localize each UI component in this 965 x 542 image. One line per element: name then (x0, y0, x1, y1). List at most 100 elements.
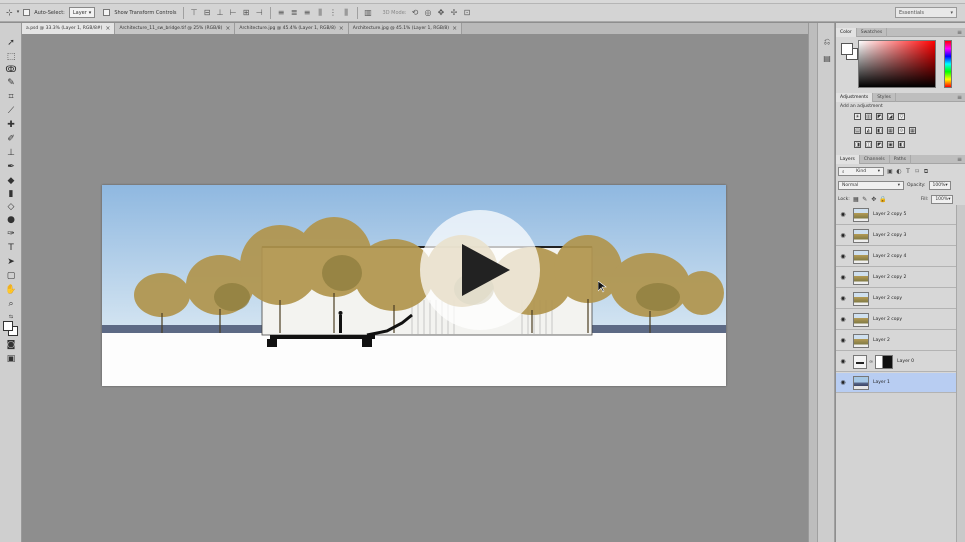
layer-mask-thumbnail[interactable] (875, 354, 894, 369)
layer-row[interactable]: ◉ Layer 1 (836, 373, 956, 393)
gradient-tool-icon[interactable]: ▮ (5, 188, 17, 200)
layer-thumbnail[interactable] (853, 291, 869, 306)
tab-document-1[interactable]: a.psd @ 33.3% (Layer 1, RGB/8#) × (22, 23, 116, 34)
panel-menu-icon[interactable]: ≡ (957, 28, 962, 36)
align-top-icon[interactable]: ⊤ (190, 8, 199, 17)
layer-row[interactable]: ◉ Layer 2 copy (836, 310, 956, 330)
type-tool-icon[interactable]: T (5, 242, 17, 254)
lasso-tool-icon[interactable]: ↂ (5, 64, 17, 76)
color-balance-icon[interactable]: ◭ (865, 127, 872, 134)
eyedropper-tool-icon[interactable]: ⟋ (5, 105, 17, 117)
eye-icon[interactable]: ◉ (839, 358, 847, 365)
eye-icon[interactable]: ◉ (839, 211, 847, 218)
tab-color[interactable]: Color (836, 28, 857, 37)
layer-row[interactable]: ◉ ∞ Layer 0 (836, 352, 956, 372)
panel-menu-icon[interactable]: ≡ (957, 155, 962, 163)
brush-tool-icon[interactable]: ✐ (5, 133, 17, 145)
posterize-icon[interactable]: ◫ (865, 141, 872, 148)
3d-rotate-icon[interactable]: ⟲ (410, 8, 419, 17)
move-tool-icon[interactable]: ⊹ (6, 8, 13, 17)
brightness-contrast-icon[interactable]: ☀ (854, 113, 861, 120)
tab-document-4[interactable]: Architecture.jpg @ 45.1% (Layer 1, RGB/8… (348, 23, 463, 34)
workspace-switcher[interactable]: Essentials ▾ (895, 7, 957, 18)
distribute-left-icon[interactable]: ⫼ (316, 8, 325, 17)
link-icon[interactable]: ∞ (869, 359, 873, 365)
align-right-icon[interactable]: ⊣ (255, 8, 264, 17)
align-middle-icon[interactable]: ⊟ (203, 8, 212, 17)
filter-adjustment-icon[interactable]: ◐ (896, 168, 902, 175)
eye-icon[interactable]: ◉ (839, 316, 847, 323)
close-icon[interactable]: × (339, 25, 344, 32)
hue-slider[interactable] (944, 40, 952, 88)
auto-align-icon[interactable]: ▥ (364, 8, 373, 17)
close-icon[interactable]: × (105, 25, 110, 32)
photo-filter-icon[interactable]: ▦ (887, 127, 894, 134)
tab-document-3[interactable]: Architecture.jpg @ 45.4% (Layer 1, RGB/8… (235, 23, 349, 34)
filter-smart-object-icon[interactable]: ⧉ (923, 168, 929, 175)
layer-row[interactable]: ◉ Layer 2 copy 5 (836, 205, 956, 225)
hand-tool-icon[interactable]: ✋ (5, 284, 17, 296)
exposure-icon[interactable]: ◪ (887, 113, 894, 120)
layer-row[interactable]: ◉ Layer 2 copy (836, 289, 956, 309)
layer-row[interactable]: ◉ Layer 2 copy 4 (836, 247, 956, 267)
eye-icon[interactable]: ◉ (839, 274, 847, 281)
close-icon[interactable]: × (225, 25, 230, 32)
filter-type-icon[interactable]: T (905, 168, 911, 175)
threshold-icon[interactable]: ◩ (876, 141, 883, 148)
filter-pixel-icon[interactable]: ▣ (887, 168, 893, 175)
selective-color-icon[interactable]: ◧ (898, 141, 905, 148)
close-icon[interactable]: × (452, 25, 457, 32)
layer-thumbnail[interactable] (853, 354, 867, 369)
layer-thumbnail[interactable] (853, 207, 869, 222)
vertical-scrollbar[interactable] (808, 23, 817, 542)
layers-scrollbar[interactable] (956, 205, 965, 542)
chevron-down-icon[interactable]: ▾ (17, 10, 20, 15)
eye-icon[interactable]: ◉ (839, 337, 847, 344)
color-foreground-swatch[interactable] (841, 43, 853, 55)
align-bottom-icon[interactable]: ⊥ (216, 8, 225, 17)
filter-shape-icon[interactable]: ⌑ (914, 168, 920, 175)
3d-scale-icon[interactable]: ⊡ (462, 8, 471, 17)
eye-icon[interactable]: ◉ (839, 379, 847, 386)
eye-icon[interactable]: ◉ (839, 295, 847, 302)
tab-styles[interactable]: Styles (873, 93, 896, 102)
marquee-tool-icon[interactable]: ⬚ (5, 51, 17, 63)
auto-select-dropdown[interactable]: Layer ▾ (68, 7, 96, 18)
layer-thumbnail[interactable] (853, 249, 869, 264)
layer-thumbnail[interactable] (853, 375, 869, 390)
dodge-tool-icon[interactable]: ● (5, 214, 17, 226)
clone-stamp-tool-icon[interactable]: ⊥ (5, 147, 17, 159)
align-center-icon[interactable]: ⊞ (242, 8, 251, 17)
hue-saturation-icon[interactable]: ▤ (854, 127, 861, 134)
crop-tool-icon[interactable]: ⌗ (5, 91, 17, 103)
properties-panel-icon[interactable]: ▤ (822, 53, 832, 63)
eye-icon[interactable]: ◉ (839, 253, 847, 260)
blend-mode-dropdown[interactable]: Normal ▾ (838, 181, 904, 190)
pen-tool-icon[interactable]: ✑ (5, 228, 17, 240)
align-left-icon[interactable]: ⊢ (229, 8, 238, 17)
distribute-bottom-icon[interactable]: ≡ (303, 8, 312, 17)
3d-slide-icon[interactable]: ✢ (449, 8, 458, 17)
path-select-tool-icon[interactable]: ➤ (5, 256, 17, 268)
eraser-tool-icon[interactable]: ◆ (5, 175, 17, 187)
lock-all-icon[interactable]: 🔒 (879, 196, 886, 203)
tab-swatches[interactable]: Swatches (857, 28, 888, 37)
distribute-center-icon[interactable]: ⋮ (329, 8, 338, 17)
layer-row[interactable]: ◉ Layer 2 copy 3 (836, 226, 956, 246)
quick-mask-icon[interactable]: ◙ (5, 339, 17, 351)
lock-position-icon[interactable]: ✥ (871, 196, 877, 203)
tab-paths[interactable]: Paths (890, 155, 911, 164)
play-button[interactable] (420, 210, 540, 330)
layer-thumbnail[interactable] (853, 312, 869, 327)
blur-tool-icon[interactable]: ◇ (5, 201, 17, 213)
canvas-workspace[interactable] (22, 34, 808, 542)
layer-filter-dropdown[interactable]: ⌕ Kind ▾ (838, 167, 884, 176)
channel-mixer-icon[interactable]: ⟐ (898, 127, 905, 134)
foreground-color-swatch[interactable] (3, 321, 13, 331)
tab-document-2[interactable]: Architecture_11_sw_bridge.tif @ 25% (RGB… (115, 23, 236, 34)
shape-tool-icon[interactable]: ▢ (5, 270, 17, 282)
zoom-tool-icon[interactable]: ⌕ (5, 298, 17, 310)
lock-image-icon[interactable]: ✎ (862, 196, 868, 203)
layer-thumbnail[interactable] (853, 228, 869, 243)
fill-input[interactable]: 100% ▾ (931, 195, 954, 204)
